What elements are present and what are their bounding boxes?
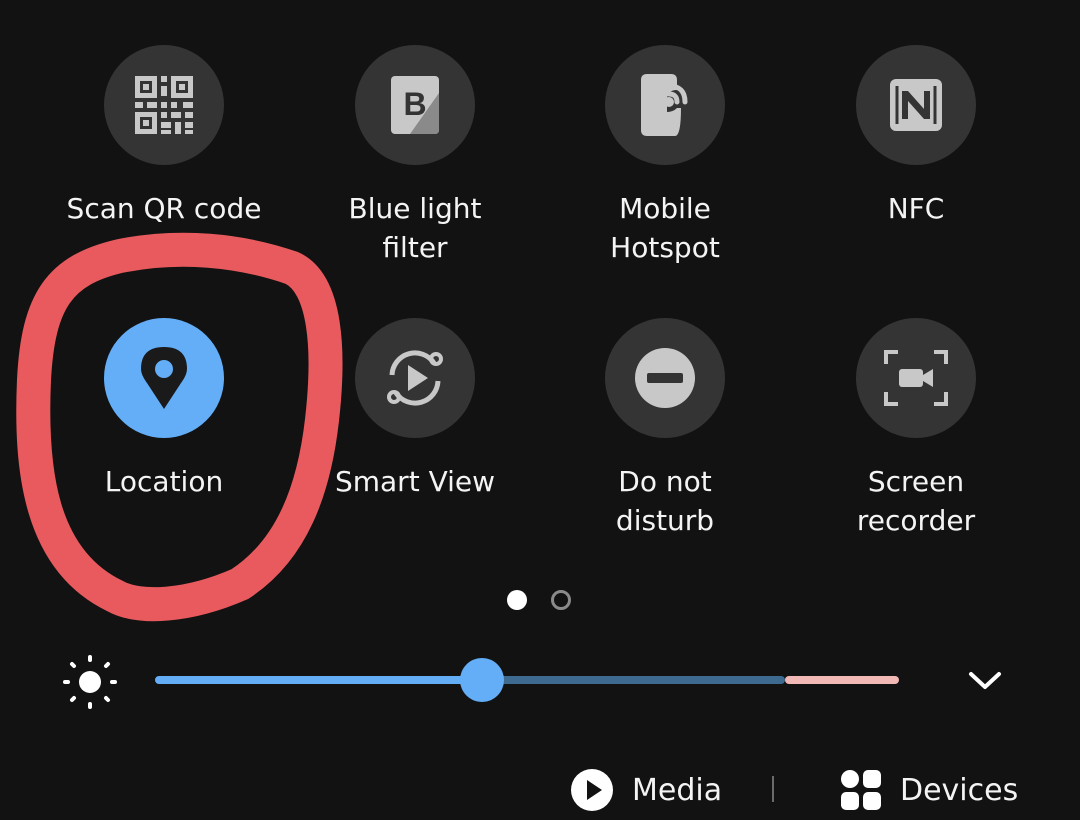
page-indicator-dot-inactive[interactable] xyxy=(551,590,571,610)
tile-label: Screen recorder xyxy=(856,465,976,537)
tile-button[interactable]: B xyxy=(355,45,475,165)
page-indicator-dot-active[interactable] xyxy=(507,590,527,610)
do-not-disturb-icon xyxy=(635,348,695,408)
brightness-slider-fill xyxy=(155,676,482,684)
tile-button[interactable] xyxy=(605,318,725,438)
mobile-hotspot-icon xyxy=(641,74,688,136)
bottom-bar-divider xyxy=(772,776,774,802)
svg-text:B: B xyxy=(403,86,426,122)
tile-label: Location xyxy=(104,465,224,498)
screen-recorder-icon xyxy=(884,350,948,406)
blue-light-filter-icon: B xyxy=(391,76,439,134)
chevron-down-icon[interactable] xyxy=(965,660,1005,700)
devices-grid-icon xyxy=(841,770,881,810)
nfc-icon xyxy=(890,79,942,131)
location-pin-icon xyxy=(141,347,187,409)
tile-label: NFC xyxy=(887,192,945,225)
tile-label: Blue light filter xyxy=(348,192,482,264)
tile-button[interactable] xyxy=(104,45,224,165)
tile-button[interactable] xyxy=(104,318,224,438)
tile-label: Scan QR code xyxy=(66,192,262,225)
tile-button[interactable] xyxy=(605,45,725,165)
brightness-sun-icon xyxy=(63,655,117,709)
brightness-slider-warm-end xyxy=(785,676,899,684)
media-button[interactable]: Media xyxy=(570,764,722,816)
smart-view-icon xyxy=(387,350,443,406)
tile-label: Mobile Hotspot xyxy=(610,192,720,264)
tile-button[interactable] xyxy=(856,45,976,165)
tile-button[interactable] xyxy=(856,318,976,438)
tile-label: Smart View xyxy=(334,465,496,498)
devices-label: Devices xyxy=(900,772,1019,808)
tile-button[interactable] xyxy=(355,318,475,438)
qr-code-icon xyxy=(135,76,193,134)
media-label: Media xyxy=(632,772,723,808)
brightness-slider-track xyxy=(482,676,785,684)
brightness-slider-thumb[interactable] xyxy=(460,658,504,702)
devices-button[interactable]: Devices xyxy=(840,764,1018,816)
play-circle-icon xyxy=(571,769,613,811)
brightness-slider[interactable] xyxy=(155,658,899,702)
tile-label: Do not disturb xyxy=(615,465,715,537)
